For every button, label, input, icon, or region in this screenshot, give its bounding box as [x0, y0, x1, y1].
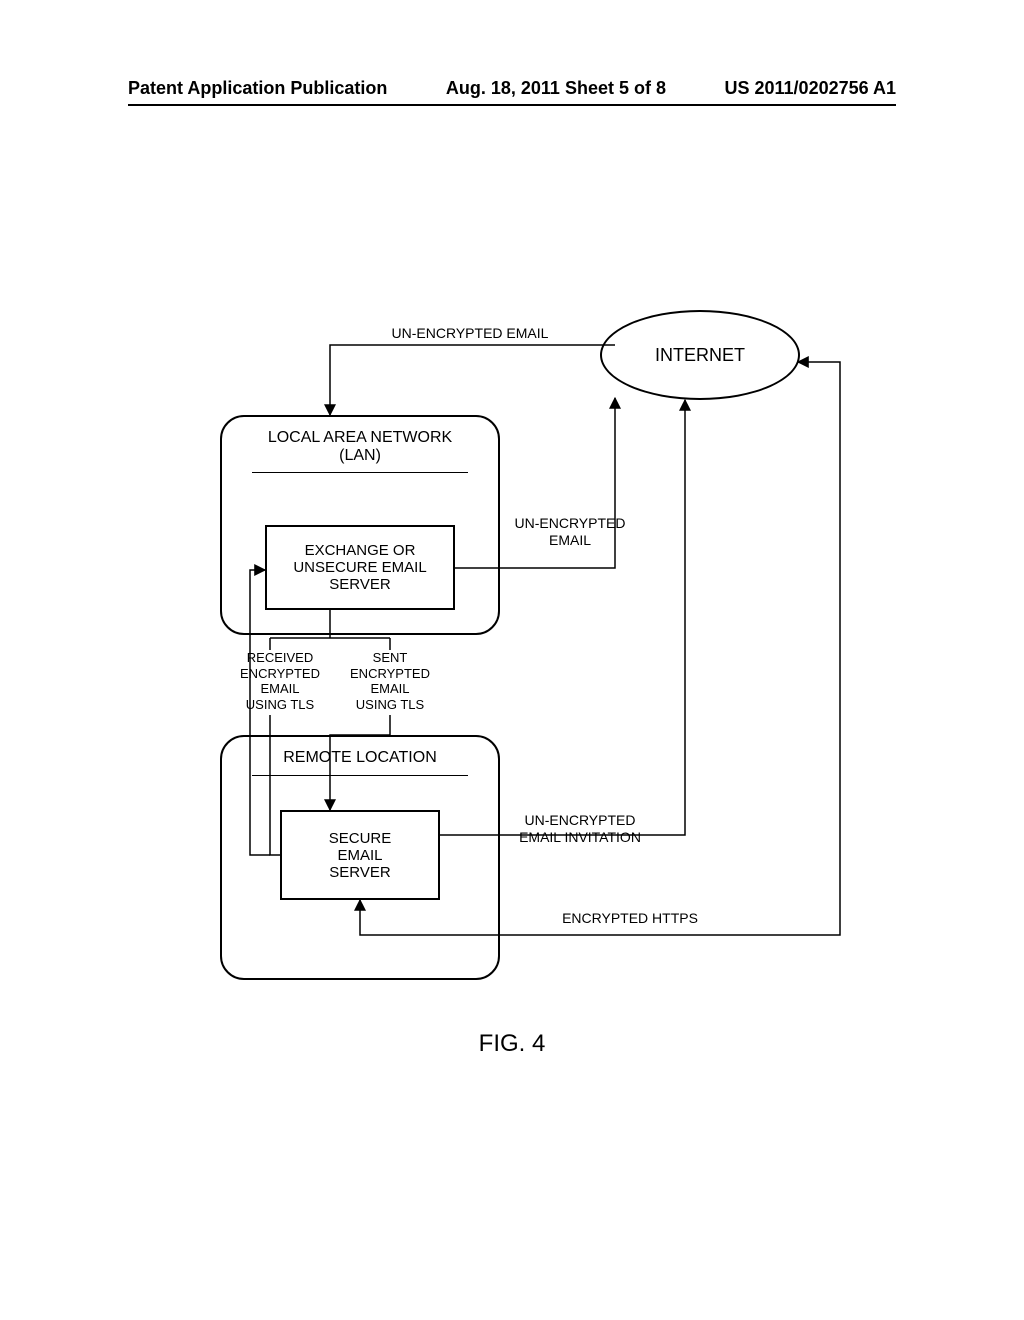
header-right: US 2011/0202756 A1 [725, 78, 896, 99]
diagram-arrows [160, 280, 860, 1000]
header-left: Patent Application Publication [128, 78, 387, 99]
header-center: Aug. 18, 2011 Sheet 5 of 8 [446, 78, 666, 99]
figure-label: FIG. 4 [0, 1030, 1024, 1058]
header-rule [128, 104, 896, 106]
diagram-container: INTERNET LOCAL AREA NETWORK (LAN) EXCHAN… [160, 280, 860, 1000]
